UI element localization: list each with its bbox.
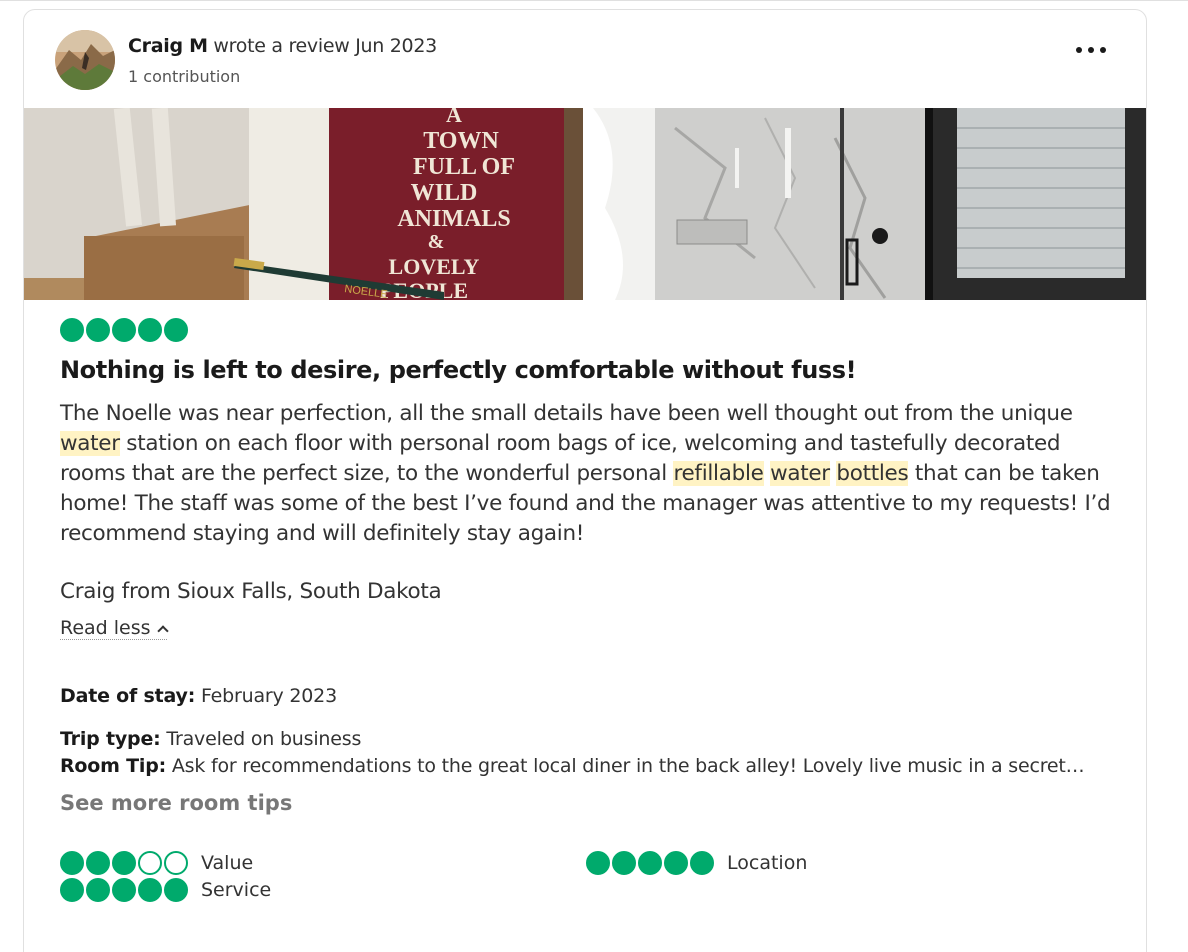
review-photo-book[interactable]: A TOWN FULL OF WILD ANIMALS & LOVELY PEO…: [24, 108, 583, 300]
author-line: Craig M wrote a review Jun 2023: [128, 35, 437, 57]
sub-rating-label: Service: [201, 879, 272, 901]
date-of-stay: Date of stay: February 2023: [60, 685, 337, 707]
room-tip-label: Room Tip:: [60, 755, 167, 777]
rating-bubble-icon: [112, 851, 136, 875]
book-line-3: FULL OF: [413, 154, 515, 180]
rating-bubble-icon: [112, 318, 136, 342]
rating-bubble-icon: [86, 318, 110, 342]
see-more-room-tips-button[interactable]: See more room tips: [60, 791, 292, 815]
keyword-highlight: water: [770, 461, 830, 486]
more-dot: [1088, 47, 1094, 53]
more-dot: [1100, 47, 1106, 53]
overall-rating: [60, 318, 188, 342]
date-of-stay-value: February 2023: [200, 685, 337, 707]
chevron-up-icon: [156, 625, 169, 637]
rating-bubble-icon: [690, 851, 714, 875]
rating-bubble-icon: [60, 318, 84, 342]
rating-bubble-icon: [86, 878, 110, 902]
book-line-1: A: [446, 108, 462, 127]
read-less-label: Read less: [60, 617, 151, 639]
room-tip: Room Tip: Ask for recommendations to the…: [60, 755, 1085, 777]
location-rating: [586, 851, 714, 875]
rating-bubble-icon: [164, 318, 188, 342]
service-rating: [60, 878, 188, 902]
sub-rating-label: Location: [727, 852, 808, 874]
rating-bubble-icon: [60, 878, 84, 902]
rating-bubble-icon: [164, 878, 188, 902]
keyword-highlight: bottles: [836, 461, 909, 486]
book-line-2: TOWN: [423, 128, 499, 154]
rating-bubble-icon: [86, 851, 110, 875]
rating-bubble-icon: [112, 878, 136, 902]
sub-rating-location: Location: [586, 851, 807, 875]
rating-bubble-icon: [138, 878, 162, 902]
rating-bubble-icon: [138, 318, 162, 342]
sub-rating-label: Value: [201, 852, 254, 874]
top-divider: [0, 0, 1188, 1]
rating-bubble-icon: [612, 851, 636, 875]
keyword-highlight: water: [60, 431, 120, 456]
review-title[interactable]: Nothing is left to desire, perfectly com…: [60, 356, 857, 384]
trip-type-label: Trip type:: [60, 728, 161, 750]
sub-rating-value: Value: [60, 851, 253, 875]
rating-bubble-icon: [60, 851, 84, 875]
empty-bubble-icon: [138, 851, 162, 875]
review-card: Craig M wrote a review Jun 2023 1 contri…: [23, 9, 1147, 952]
book-line-6: &: [428, 231, 445, 253]
review-text: The Noelle was near perfection, all the …: [60, 399, 1120, 549]
review-photo-bathroom[interactable]: [585, 108, 1146, 300]
author-avatar[interactable]: [55, 30, 115, 90]
book-line-5: ANIMALS: [397, 206, 510, 232]
trip-type-value: Traveled on business: [166, 728, 362, 750]
review-photos: A TOWN FULL OF WILD ANIMALS & LOVELY PEO…: [24, 108, 1146, 300]
book-line-4: WILD: [411, 180, 478, 206]
rating-bubble-icon: [638, 851, 662, 875]
more-horizontal-icon: [1076, 47, 1082, 53]
room-tip-value: Ask for recommendations to the great loc…: [171, 755, 1085, 777]
trip-type: Trip type: Traveled on business: [60, 728, 361, 750]
review-header: Craig M wrote a review Jun 2023 1 contri…: [24, 10, 1146, 108]
empty-bubble-icon: [164, 851, 188, 875]
rating-bubble-icon: [586, 851, 610, 875]
sub-rating-service: Service: [60, 878, 271, 902]
rating-bubble-icon: [664, 851, 688, 875]
more-options-button[interactable]: [1074, 40, 1108, 60]
author-name[interactable]: Craig M: [128, 35, 208, 57]
review-action-date: wrote a review Jun 2023: [213, 35, 437, 57]
read-less-button[interactable]: Read less: [60, 617, 169, 640]
value-rating: [60, 851, 188, 875]
review-signature: Craig from Sioux Falls, South Dakota: [60, 579, 442, 604]
date-of-stay-label: Date of stay:: [60, 685, 196, 707]
contribution-count: 1 contribution: [128, 67, 241, 86]
review-text-part: The Noelle was near perfection, all the …: [60, 401, 1073, 426]
book-line-7: LOVELY: [389, 254, 480, 279]
keyword-highlight: refillable: [673, 461, 764, 486]
